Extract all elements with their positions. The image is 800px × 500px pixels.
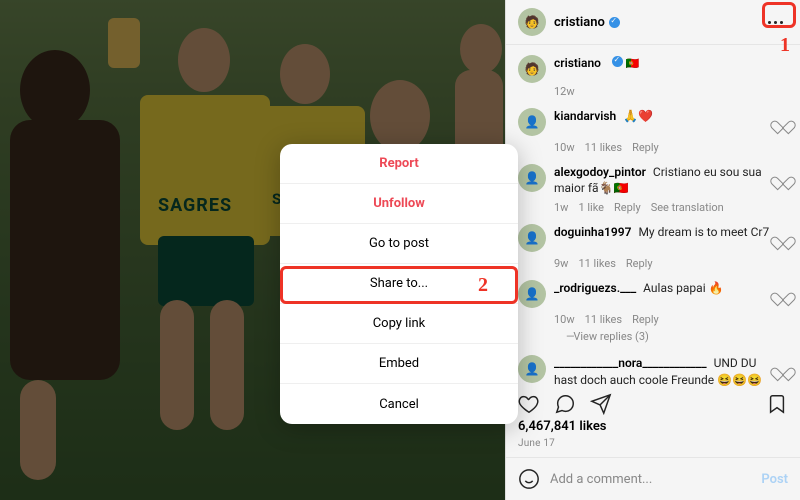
- modal-backdrop[interactable]: [505, 0, 800, 500]
- modal-item-share-to[interactable]: Share to...: [280, 264, 518, 304]
- options-modal: ReportUnfollowGo to postShare to...Copy …: [280, 144, 518, 424]
- modal-item-go-to-post[interactable]: Go to post: [280, 224, 518, 264]
- modal-item-cancel[interactable]: Cancel: [280, 384, 518, 424]
- modal-item-embed[interactable]: Embed: [280, 344, 518, 384]
- modal-item-copy-link[interactable]: Copy link: [280, 304, 518, 344]
- modal-item-report[interactable]: Report: [280, 144, 518, 184]
- modal-item-unfollow[interactable]: Unfollow: [280, 184, 518, 224]
